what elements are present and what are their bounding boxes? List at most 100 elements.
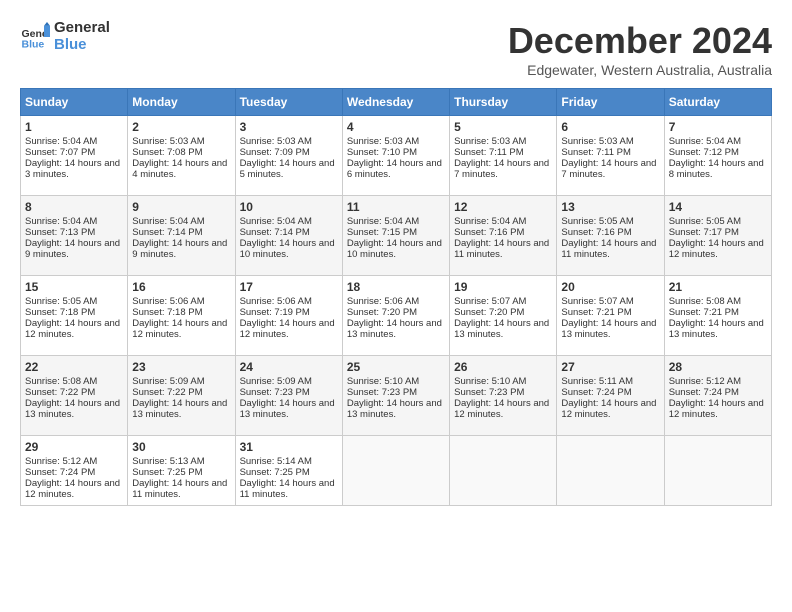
day-number: 16	[132, 280, 230, 294]
table-row: 24Sunrise: 5:09 AMSunset: 7:23 PMDayligh…	[235, 356, 342, 436]
table-row: 10Sunrise: 5:04 AMSunset: 7:14 PMDayligh…	[235, 196, 342, 276]
sunrise-text: Sunrise: 5:04 AM	[669, 136, 741, 147]
sunset-text: Sunset: 7:12 PM	[669, 147, 739, 158]
sunset-text: Sunset: 7:20 PM	[347, 307, 417, 318]
day-number: 31	[240, 440, 338, 454]
sunset-text: Sunset: 7:09 PM	[240, 147, 310, 158]
table-row: 31Sunrise: 5:14 AMSunset: 7:25 PMDayligh…	[235, 436, 342, 506]
svg-text:Blue: Blue	[22, 38, 45, 50]
sunset-text: Sunset: 7:21 PM	[669, 307, 739, 318]
logo-general-text: General	[54, 20, 110, 37]
sunrise-text: Sunrise: 5:03 AM	[454, 136, 526, 147]
daylight-label: Daylight: 14 hours and 11 minutes.	[454, 238, 549, 260]
table-row: 23Sunrise: 5:09 AMSunset: 7:22 PMDayligh…	[128, 356, 235, 436]
day-number: 19	[454, 280, 552, 294]
header-sunday: Sunday	[21, 89, 128, 116]
sunrise-text: Sunrise: 5:07 AM	[561, 296, 633, 307]
daylight-label: Daylight: 14 hours and 13 minutes.	[561, 318, 656, 340]
day-number: 26	[454, 360, 552, 374]
table-row: 7 Sunrise: 5:04 AMSunset: 7:12 PMDaylight…	[664, 116, 771, 196]
sunrise-text: Sunrise: 5:05 AM	[25, 296, 97, 307]
daylight-label: Daylight: 14 hours and 9 minutes.	[132, 238, 227, 260]
daylight-label: Daylight: 14 hours and 13 minutes.	[669, 318, 764, 340]
sunset-text: Sunset: 7:14 PM	[240, 227, 310, 238]
day-number: 22	[25, 360, 123, 374]
logo: General Blue General Blue	[20, 20, 110, 53]
daylight-label: Daylight: 14 hours and 8 minutes.	[669, 158, 764, 180]
daylight-label: Daylight: 14 hours and 11 minutes.	[561, 238, 656, 260]
sunset-text: Sunset: 7:16 PM	[561, 227, 631, 238]
sunset-text: Sunset: 7:15 PM	[347, 227, 417, 238]
sunrise-text: Sunrise: 5:04 AM	[240, 216, 312, 227]
table-row: 30Sunrise: 5:13 AMSunset: 7:25 PMDayligh…	[128, 436, 235, 506]
table-row: 27Sunrise: 5:11 AMSunset: 7:24 PMDayligh…	[557, 356, 664, 436]
sunset-text: Sunset: 7:22 PM	[132, 387, 202, 398]
logo-blue-text: Blue	[54, 37, 110, 54]
daylight-label: Daylight: 14 hours and 12 minutes.	[25, 478, 120, 500]
sunset-text: Sunset: 7:25 PM	[132, 467, 202, 478]
day-number: 6	[561, 120, 659, 134]
table-row: 21Sunrise: 5:08 AMSunset: 7:21 PMDayligh…	[664, 276, 771, 356]
sunset-text: Sunset: 7:07 PM	[25, 147, 95, 158]
day-number: 11	[347, 200, 445, 214]
table-row: 25Sunrise: 5:10 AMSunset: 7:23 PMDayligh…	[342, 356, 449, 436]
day-number: 4	[347, 120, 445, 134]
table-row: 17Sunrise: 5:06 AMSunset: 7:19 PMDayligh…	[235, 276, 342, 356]
title-area: December 2024 Edgewater, Western Austral…	[508, 20, 772, 78]
day-number: 25	[347, 360, 445, 374]
sunset-text: Sunset: 7:18 PM	[132, 307, 202, 318]
sunrise-text: Sunrise: 5:04 AM	[25, 216, 97, 227]
sunset-text: Sunset: 7:24 PM	[669, 387, 739, 398]
day-number: 21	[669, 280, 767, 294]
table-row	[664, 436, 771, 506]
day-number: 29	[25, 440, 123, 454]
header-wednesday: Wednesday	[342, 89, 449, 116]
table-row	[342, 436, 449, 506]
daylight-label: Daylight: 14 hours and 12 minutes.	[240, 318, 335, 340]
sunrise-text: Sunrise: 5:03 AM	[240, 136, 312, 147]
sunset-text: Sunset: 7:23 PM	[240, 387, 310, 398]
sunrise-text: Sunrise: 5:04 AM	[132, 216, 204, 227]
sunrise-text: Sunrise: 5:05 AM	[561, 216, 633, 227]
sunrise-text: Sunrise: 5:03 AM	[347, 136, 419, 147]
sunset-text: Sunset: 7:11 PM	[454, 147, 524, 158]
day-number: 10	[240, 200, 338, 214]
sunset-text: Sunset: 7:14 PM	[132, 227, 202, 238]
daylight-label: Daylight: 14 hours and 11 minutes.	[132, 478, 227, 500]
day-number: 28	[669, 360, 767, 374]
day-number: 27	[561, 360, 659, 374]
sunrise-text: Sunrise: 5:05 AM	[669, 216, 741, 227]
logo-icon: General Blue	[20, 22, 50, 52]
daylight-label: Daylight: 14 hours and 12 minutes.	[454, 398, 549, 420]
daylight-label: Daylight: 14 hours and 12 minutes.	[132, 318, 227, 340]
table-row: 6Sunrise: 5:03 AMSunset: 7:11 PMDaylight…	[557, 116, 664, 196]
daylight-label: Daylight: 14 hours and 13 minutes.	[347, 398, 442, 420]
table-row: 15Sunrise: 5:05 AMSunset: 7:18 PMDayligh…	[21, 276, 128, 356]
table-row: 1Sunrise: 5:04 AMSunset: 7:07 PMDaylight…	[21, 116, 128, 196]
month-title: December 2024	[508, 20, 772, 62]
sunrise-text: Sunrise: 5:11 AM	[561, 376, 633, 387]
daylight-label: Daylight: 14 hours and 11 minutes.	[240, 478, 335, 500]
daylight-label: Daylight: 14 hours and 12 minutes.	[561, 398, 656, 420]
daylight-label: Daylight: 14 hours and 12 minutes.	[669, 398, 764, 420]
sunset-text: Sunset: 7:11 PM	[561, 147, 631, 158]
daylight-label: Daylight: 14 hours and 13 minutes.	[347, 318, 442, 340]
day-number: 2	[132, 120, 230, 134]
day-number: 23	[132, 360, 230, 374]
day-number: 7	[669, 120, 767, 134]
sunset-text: Sunset: 7:17 PM	[669, 227, 739, 238]
table-row: 18Sunrise: 5:06 AMSunset: 7:20 PMDayligh…	[342, 276, 449, 356]
day-number: 3	[240, 120, 338, 134]
table-row: 14Sunrise: 5:05 AMSunset: 7:17 PMDayligh…	[664, 196, 771, 276]
day-number: 12	[454, 200, 552, 214]
table-row: 5Sunrise: 5:03 AMSunset: 7:11 PMDaylight…	[450, 116, 557, 196]
sunrise-text: Sunrise: 5:10 AM	[454, 376, 526, 387]
sunset-text: Sunset: 7:24 PM	[25, 467, 95, 478]
table-row: 20Sunrise: 5:07 AMSunset: 7:21 PMDayligh…	[557, 276, 664, 356]
location-text: Edgewater, Western Australia, Australia	[508, 62, 772, 78]
sunset-text: Sunset: 7:19 PM	[240, 307, 310, 318]
day-number: 5	[454, 120, 552, 134]
daylight-label: Daylight: 14 hours and 12 minutes.	[25, 318, 120, 340]
table-row: 16Sunrise: 5:06 AMSunset: 7:18 PMDayligh…	[128, 276, 235, 356]
table-row: 13Sunrise: 5:05 AMSunset: 7:16 PMDayligh…	[557, 196, 664, 276]
